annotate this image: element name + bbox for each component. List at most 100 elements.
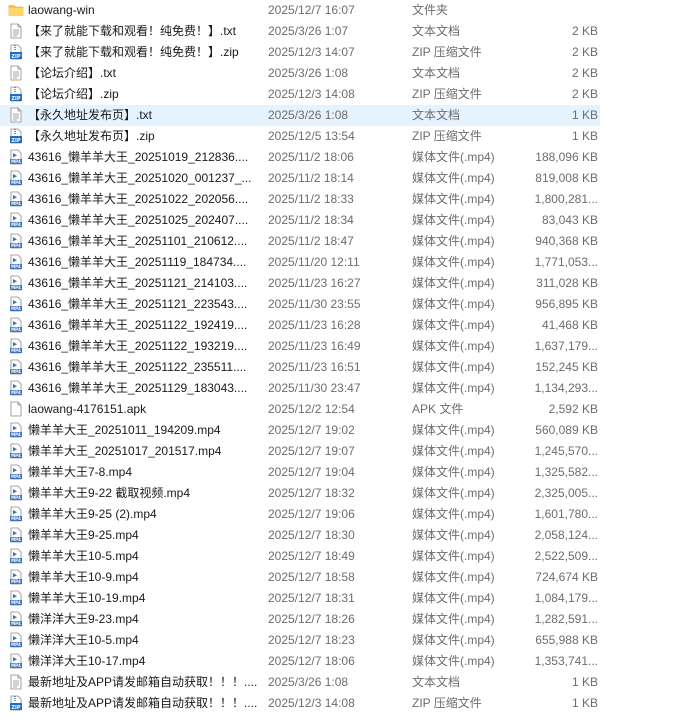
svg-text:MP4: MP4: [11, 579, 21, 584]
file-type: 媒体文件(.mp4): [412, 444, 495, 458]
file-icon-cell: MP4: [8, 483, 24, 504]
file-modified-date: 2025/12/7 16:07: [268, 3, 355, 17]
file-row[interactable]: MP4 懒羊羊大王9-25 (2).mp4 2025/12/7 19:06 媒体…: [0, 504, 600, 525]
file-modified-date: 2025/11/30 23:55: [268, 297, 361, 311]
file-size: 41,468 KB: [541, 318, 598, 332]
svg-text:MP4: MP4: [11, 642, 21, 647]
file-row[interactable]: MP4 43616_懒羊羊大王_20251019_212836.... 2025…: [0, 147, 600, 168]
file-row[interactable]: MP4 懒羊羊大王10-9.mp4 2025/12/7 18:58 媒体文件(.…: [0, 567, 600, 588]
file-icon-cell: MP4: [8, 273, 24, 294]
file-row[interactable]: laowang-4176151.apk 2025/12/2 12:54 APK …: [0, 399, 600, 420]
file-size: 2,325,005...: [534, 486, 598, 500]
file-row[interactable]: laowang-win 2025/12/7 16:07 文件夹: [0, 0, 600, 21]
file-row[interactable]: MP4 43616_懒羊羊大王_20251129_183043.... 2025…: [0, 378, 600, 399]
svg-text:MP4: MP4: [11, 327, 21, 332]
file-name: 43616_懒羊羊大王_20251101_210612....: [28, 234, 248, 248]
file-row[interactable]: 【论坛介绍】.txt 2025/3/26 1:08 文本文档 2 KB: [0, 63, 600, 84]
file-modified-date: 2025/11/23 16:27: [268, 276, 361, 290]
file-name: 最新地址及APP请发邮箱自动获取！！！....: [28, 675, 258, 689]
file-name: 43616_懒羊羊大王_20251122_192419....: [28, 318, 248, 332]
file-icon-cell: ZIP: [8, 84, 24, 105]
file-icon-cell: [8, 21, 24, 42]
mp4-file-icon: MP4: [10, 254, 22, 270]
file-name: 最新地址及APP请发邮箱自动获取！！！....: [28, 696, 258, 710]
file-row[interactable]: MP4 43616_懒羊羊大王_20251025_202407.... 2025…: [0, 210, 600, 231]
mp4-file-icon: MP4: [10, 191, 22, 207]
file-size: 940,368 KB: [535, 234, 598, 248]
file-row[interactable]: MP4 43616_懒羊羊大王_20251020_001237_... 2025…: [0, 168, 600, 189]
svg-text:MP4: MP4: [11, 621, 21, 626]
file-name: 43616_懒羊羊大王_20251019_212836....: [28, 150, 249, 164]
file-row[interactable]: MP4 懒羊羊大王9-25.mp4 2025/12/7 18:30 媒体文件(.…: [0, 525, 600, 546]
file-row[interactable]: MP4 懒洋洋大王9-23.mp4 2025/12/7 18:26 媒体文件(.…: [0, 609, 600, 630]
file-row[interactable]: ZIP 【永久地址发布页】.zip 2025/12/5 13:54 ZIP 压缩…: [0, 126, 600, 147]
file-icon-cell: [8, 672, 24, 693]
file-type: 媒体文件(.mp4): [412, 255, 495, 269]
file-size: 655,988 KB: [535, 633, 598, 647]
svg-text:ZIP: ZIP: [11, 705, 20, 711]
file-row[interactable]: 【来了就能下载和观看！纯免费！】.txt 2025/3/26 1:07 文本文档…: [0, 21, 600, 42]
file-modified-date: 2025/11/20 12:11: [268, 255, 360, 269]
file-row[interactable]: MP4 懒羊羊大王_20251011_194209.mp4 2025/12/7 …: [0, 420, 600, 441]
file-row[interactable]: ZIP 【来了就能下载和观看！纯免费！】.zip 2025/12/3 14:07…: [0, 42, 600, 63]
file-name: 懒羊羊大王9-25 (2).mp4: [28, 507, 157, 521]
file-name: 43616_懒羊羊大王_20251121_223543....: [28, 297, 248, 311]
file-row[interactable]: MP4 懒羊羊大王7-8.mp4 2025/12/7 19:04 媒体文件(.m…: [0, 462, 600, 483]
file-row[interactable]: MP4 懒洋洋大王10-5.mp4 2025/12/7 18:23 媒体文件(.…: [0, 630, 600, 651]
file-row[interactable]: MP4 43616_懒羊羊大王_20251121_223543.... 2025…: [0, 294, 600, 315]
file-modified-date: 2025/3/26 1:08: [268, 675, 349, 689]
file-modified-date: 2025/12/5 13:54: [268, 129, 355, 143]
zip-file-icon: ZIP: [10, 44, 22, 60]
file-row[interactable]: MP4 懒羊羊大王10-19.mp4 2025/12/7 18:31 媒体文件(…: [0, 588, 600, 609]
file-row[interactable]: MP4 43616_懒羊羊大王_20251101_210612.... 2025…: [0, 231, 600, 252]
file-icon-cell: [8, 399, 24, 420]
file-row[interactable]: MP4 懒羊羊大王10-5.mp4 2025/12/7 18:49 媒体文件(.…: [0, 546, 600, 567]
svg-text:MP4: MP4: [11, 558, 21, 563]
file-row[interactable]: MP4 懒洋洋大王10-17.mp4 2025/12/7 18:06 媒体文件(…: [0, 651, 600, 672]
file-row[interactable]: 最新地址及APP请发邮箱自动获取！！！.... 2025/3/26 1:08 文…: [0, 672, 600, 693]
file-size: 819,008 KB: [535, 171, 598, 185]
file-type: 媒体文件(.mp4): [412, 192, 495, 206]
file-name: 懒羊羊大王9-25.mp4: [28, 528, 139, 542]
mp4-file-icon: MP4: [10, 170, 22, 186]
file-type: 媒体文件(.mp4): [412, 318, 495, 332]
svg-text:MP4: MP4: [11, 369, 21, 374]
file-icon-cell: MP4: [8, 252, 24, 273]
file-icon-cell: MP4: [8, 210, 24, 231]
mp4-file-icon: MP4: [10, 653, 22, 669]
file-icon-cell: MP4: [8, 336, 24, 357]
file-type: 媒体文件(.mp4): [412, 570, 495, 584]
file-row[interactable]: MP4 43616_懒羊羊大王_20251122_192419.... 2025…: [0, 315, 600, 336]
file-row[interactable]: ZIP 【论坛介绍】.zip 2025/12/3 14:08 ZIP 压缩文件 …: [0, 84, 600, 105]
file-size: 2,592 KB: [548, 402, 598, 416]
file-type: 媒体文件(.mp4): [412, 234, 495, 248]
file-size: 2 KB: [571, 66, 598, 80]
folder-icon: [8, 5, 24, 16]
file-row[interactable]: MP4 懒羊羊大王9-22 截取视频.mp4 2025/12/7 18:32 媒…: [0, 483, 600, 504]
file-size: 1 KB: [571, 675, 598, 689]
file-row[interactable]: ZIP 最新地址及APP请发邮箱自动获取！！！.... 2025/12/3 14…: [0, 693, 600, 714]
file-icon-cell: MP4: [8, 504, 24, 525]
file-type: 文本文档: [412, 108, 461, 122]
file-icon-cell: MP4: [8, 231, 24, 252]
file-icon-cell: ZIP: [8, 693, 24, 714]
file-icon-cell: MP4: [8, 189, 24, 210]
file-size: 560,089 KB: [535, 423, 598, 437]
zip-file-icon: ZIP: [10, 695, 22, 711]
file-row[interactable]: MP4 43616_懒羊羊大王_20251022_202056.... 2025…: [0, 189, 600, 210]
file-modified-date: 2025/12/3 14:08: [268, 696, 355, 710]
file-name: 43616_懒羊羊大王_20251122_193219....: [28, 339, 248, 353]
file-row[interactable]: MP4 43616_懒羊羊大王_20251122_235511.... 2025…: [0, 357, 600, 378]
text-file-icon: [10, 65, 22, 81]
file-row[interactable]: MP4 43616_懒羊羊大王_20251119_184734.... 2025…: [0, 252, 600, 273]
file-name: 【永久地址发布页】.txt: [28, 108, 153, 122]
file-type: ZIP 压缩文件: [412, 696, 482, 710]
file-type: 媒体文件(.mp4): [412, 360, 495, 374]
file-row[interactable]: 【永久地址发布页】.txt 2025/3/26 1:08 文本文档 1 KB: [0, 105, 600, 126]
file-row[interactable]: MP4 43616_懒羊羊大王_20251122_193219.... 2025…: [0, 336, 600, 357]
file-row[interactable]: MP4 懒羊羊大王_20251017_201517.mp4 2025/12/7 …: [0, 441, 600, 462]
mp4-file-icon: MP4: [10, 443, 22, 459]
mp4-file-icon: MP4: [10, 212, 22, 228]
file-name: 懒羊羊大王9-22 截取视频.mp4: [28, 486, 191, 500]
file-row[interactable]: MP4 43616_懒羊羊大王_20251121_214103.... 2025…: [0, 273, 600, 294]
